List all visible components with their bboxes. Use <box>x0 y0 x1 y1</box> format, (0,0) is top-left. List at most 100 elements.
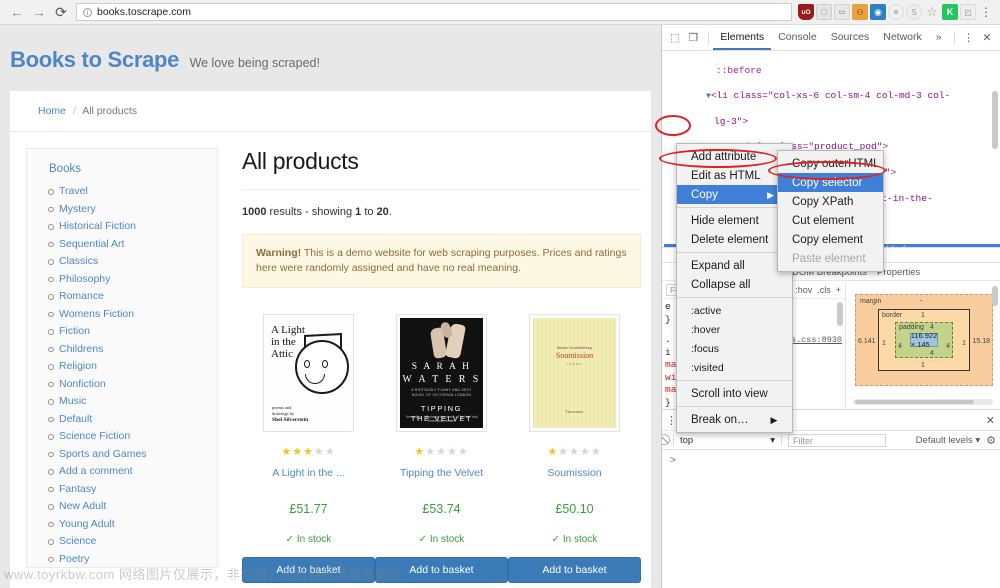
sidebar-link[interactable]: Science Fiction <box>59 430 130 442</box>
menu-item-cut-element[interactable]: Cut element <box>778 211 883 230</box>
menu-item-break-on[interactable]: Break on… ▶ <box>677 410 792 429</box>
sidebar-link[interactable]: Fiction <box>59 325 90 337</box>
product-title-link[interactable]: Tipping the Velvet <box>375 467 508 480</box>
menu-item-copy-outerhtml[interactable]: Copy outerHTML <box>778 154 883 173</box>
address-bar[interactable]: i books.toscrape.com <box>76 3 792 21</box>
dom-line-pseudo[interactable]: ::before <box>664 65 1000 78</box>
menu-item-collapse-all[interactable]: Collapse all <box>677 275 792 294</box>
sidebar-link[interactable]: Poetry <box>59 553 89 565</box>
box-content-size[interactable]: 116.922 × 145 <box>910 331 938 349</box>
box-right-padding[interactable]: 4 <box>946 343 950 350</box>
add-to-basket-button[interactable]: Add to basket <box>242 557 375 583</box>
menu-item-active[interactable]: :active <box>677 301 792 320</box>
element-context-menu[interactable]: Add attribute Edit as HTML Copy ▶ Hide e… <box>676 143 793 433</box>
menu-item-copy[interactable]: Copy ▶ <box>677 185 792 204</box>
sidebar-item-default[interactable]: Default <box>48 413 209 425</box>
sidebar-link[interactable]: Sequential Art <box>59 238 124 250</box>
add-to-basket-button[interactable]: Add to basket <box>375 557 508 583</box>
sidebar-item-science-fiction[interactable]: Science Fiction <box>48 430 209 442</box>
sidebar-link[interactable]: Music <box>59 395 86 407</box>
sidebar-item-romance[interactable]: Romance <box>48 290 209 302</box>
sidebar-item-science[interactable]: Science <box>48 535 209 547</box>
reload-icon[interactable]: ⟳ <box>50 1 72 23</box>
site-info-icon[interactable]: i <box>83 7 92 17</box>
menu-item-add-attribute[interactable]: Add attribute <box>677 147 792 166</box>
box-model-hscrollbar[interactable] <box>853 399 993 405</box>
tab-sources[interactable]: Sources <box>824 25 877 50</box>
back-arrow-icon[interactable]: ← <box>6 1 28 23</box>
close-icon[interactable]: ✕ <box>978 28 996 48</box>
sidebar-item-travel[interactable]: Travel <box>48 185 209 197</box>
product-thumbnail[interactable]: Michel Houellebecq Soumission roman Flam… <box>529 314 620 432</box>
sidebar-item-childrens[interactable]: Childrens <box>48 343 209 355</box>
menu-item-copy-element[interactable]: Copy element <box>778 230 883 249</box>
skype-extension-icon[interactable]: S <box>906 4 922 20</box>
sidebar-link[interactable]: Young Adult <box>59 518 115 530</box>
sidebar-item-classics[interactable]: Classics <box>48 255 209 267</box>
add-to-basket-button[interactable]: Add to basket <box>508 557 641 583</box>
more-tabs-chevron-icon[interactable]: » <box>929 25 949 50</box>
sidebar-item-philosophy[interactable]: Philosophy <box>48 273 209 285</box>
ublock-origin-icon[interactable]: uO <box>798 4 814 20</box>
sidebar-item-historical-fiction[interactable]: Historical Fiction <box>48 220 209 232</box>
chat-extension-icon[interactable]: ▭ <box>834 4 850 20</box>
cast-icon[interactable]: ◰ <box>960 4 976 20</box>
chrome-menu-icon[interactable]: ⋮ <box>978 4 994 20</box>
screenshot-extension-icon[interactable]: ◉ <box>870 4 886 20</box>
sidebar-link[interactable]: Romance <box>59 290 104 302</box>
sidebar-link[interactable]: Philosophy <box>59 273 110 285</box>
breadcrumb-home[interactable]: Home <box>38 105 66 117</box>
bookmark-star-icon[interactable]: ☆ <box>924 4 940 20</box>
sidebar-item-sports-and-games[interactable]: Sports and Games <box>48 448 209 460</box>
product-title-link[interactable]: A Light in the ... <box>242 467 375 480</box>
menu-item-delete-element[interactable]: Delete element <box>677 230 792 249</box>
menu-item-visited[interactable]: :visited <box>677 358 792 377</box>
sidebar-item-young-adult[interactable]: Young Adult <box>48 518 209 530</box>
box-padding-bottom[interactable]: 4 <box>930 350 934 357</box>
sidebar-link[interactable]: Childrens <box>59 343 103 355</box>
styles-scrollbar[interactable] <box>837 302 843 326</box>
sidebar-item-fantasy[interactable]: Fantasy <box>48 483 209 495</box>
sidebar-link[interactable]: Sports and Games <box>59 448 147 460</box>
sidebar-item-new-adult[interactable]: New Adult <box>48 500 209 512</box>
box-border-bottom[interactable]: 1 <box>921 362 925 369</box>
sidebar-link[interactable]: Science <box>59 535 96 547</box>
site-title[interactable]: Books to Scrape <box>10 47 179 73</box>
cls-toggle[interactable]: .cls <box>817 285 831 295</box>
device-toolbar-icon[interactable]: ❐ <box>684 28 702 48</box>
sidebar-item-fiction[interactable]: Fiction <box>48 325 209 337</box>
box-left-border[interactable]: 1 <box>882 340 886 347</box>
menu-item-focus[interactable]: :focus <box>677 339 792 358</box>
console-filter-input[interactable]: Filter <box>788 433 886 447</box>
box-model-vscrollbar[interactable] <box>992 286 998 306</box>
robot-extension-icon[interactable]: ⚇ <box>852 4 868 20</box>
menu-item-hide-element[interactable]: Hide element <box>677 211 792 230</box>
sidebar-link[interactable]: Nonfiction <box>59 378 106 390</box>
sidebar-link[interactable]: Add a comment <box>59 465 133 477</box>
tab-elements[interactable]: Elements <box>713 25 772 50</box>
hov-toggle[interactable]: :hov <box>795 285 812 295</box>
sidebar-link[interactable]: Womens Fiction <box>59 308 134 320</box>
sidebar-link[interactable]: Historical Fiction <box>59 220 136 232</box>
dom-tree-scrollbar[interactable] <box>992 91 998 149</box>
sidebar-link[interactable]: Religion <box>59 360 97 372</box>
menu-item-copy-selector[interactable]: Copy selector <box>778 173 883 192</box>
menu-item-edit-as-html[interactable]: Edit as HTML <box>677 166 792 185</box>
sidebar-item-nonfiction[interactable]: Nonfiction <box>48 378 209 390</box>
sidebar-link[interactable]: Travel <box>59 185 88 197</box>
sidebar-item-add-a-comment[interactable]: Add a comment <box>48 465 209 477</box>
note-extension-icon[interactable]: ▢ <box>816 4 832 20</box>
console-levels-dropdown[interactable]: Default levels ▾ <box>916 435 980 446</box>
inspect-element-icon[interactable]: ⬚ <box>666 28 684 48</box>
tab-network[interactable]: Network <box>876 25 929 50</box>
tab-console[interactable]: Console <box>771 25 824 50</box>
product-title-link[interactable]: Soumission <box>508 467 641 480</box>
box-left-padding[interactable]: 4 <box>898 343 902 350</box>
copy-submenu[interactable]: Copy outerHTML Copy selector Copy XPath … <box>777 150 884 272</box>
box-right-border[interactable]: 1 <box>962 340 966 347</box>
box-left-outer[interactable]: 6.141 <box>858 338 876 345</box>
product-thumbnail[interactable]: S A R A H W A T E R S A RIOTOUSLY FUNNY … <box>396 314 487 432</box>
devtools-menu-icon[interactable]: ⋮ <box>960 28 978 48</box>
console-context-selector[interactable]: top ▾ <box>680 435 775 446</box>
box-margin-value[interactable]: - <box>920 298 922 305</box>
